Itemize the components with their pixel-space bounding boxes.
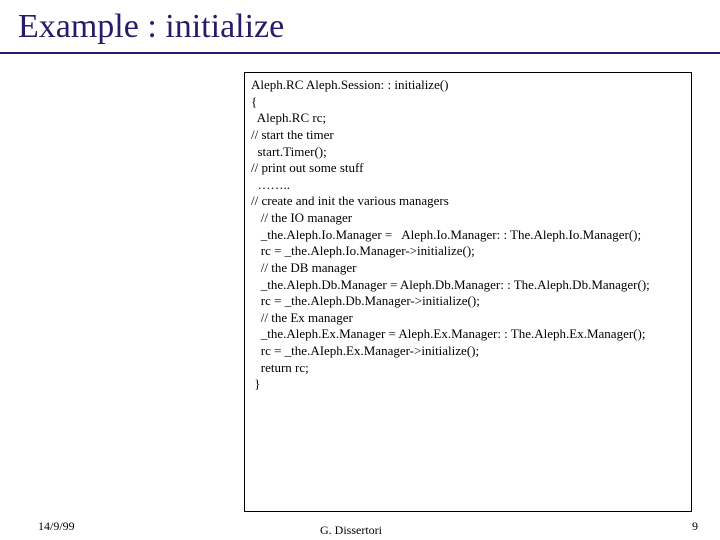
code-line: rc = _the.Aleph.Io.Manager->initialize()… <box>251 243 685 260</box>
code-line: return rc; <box>251 360 685 377</box>
code-line: Aleph.RC rc; <box>251 110 685 127</box>
code-line: _the.Aleph.Ex.Manager = Aleph.Ex.Manager… <box>251 326 685 343</box>
code-line: // print out some stuff <box>251 160 685 177</box>
code-block: Aleph.RC Aleph.Session: : initialize() {… <box>244 72 692 512</box>
code-line: rc = _the.Aleph.Db.Manager->initialize()… <box>251 293 685 310</box>
footer-page-number: 9 <box>692 519 698 534</box>
code-line: // the Ex manager <box>251 310 685 327</box>
code-line: { <box>251 94 685 111</box>
code-line: // start the timer <box>251 127 685 144</box>
code-line: // the DB manager <box>251 260 685 277</box>
code-line: start.Timer(); <box>251 144 685 161</box>
code-line: // the IO manager <box>251 210 685 227</box>
title-underline <box>0 52 720 54</box>
code-line: _the.Aleph.Io.Manager = Aleph.Io.Manager… <box>251 227 685 244</box>
code-line: rc = _the.AIeph.Ex.Manager->initialize()… <box>251 343 685 360</box>
code-line: …….. <box>251 177 685 194</box>
code-line: Aleph.RC Aleph.Session: : initialize() <box>251 77 685 94</box>
footer-author: G. Dissertori <box>320 523 382 538</box>
code-line: } <box>251 376 685 393</box>
footer-date: 14/9/99 <box>38 519 75 534</box>
slide-title: Example : initialize <box>18 8 284 46</box>
code-line: _the.Aleph.Db.Manager = Aleph.Db.Manager… <box>251 277 685 294</box>
code-line: // create and init the various managers <box>251 193 685 210</box>
